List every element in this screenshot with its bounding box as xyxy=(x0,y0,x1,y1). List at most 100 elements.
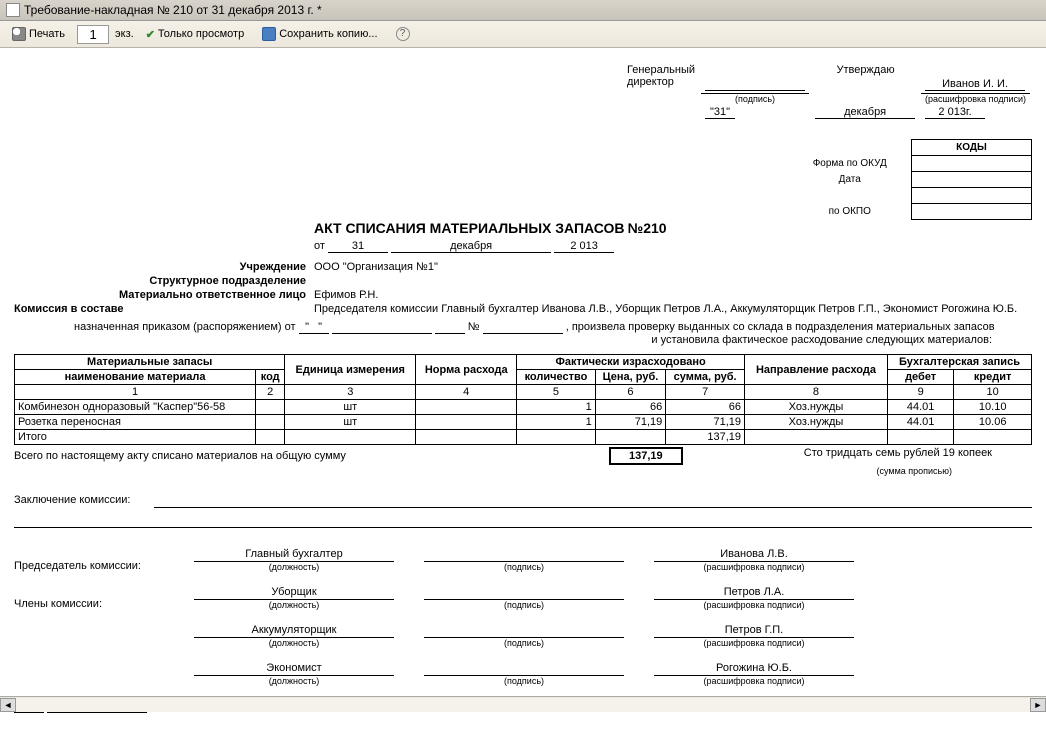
th-debit: дебет xyxy=(887,370,953,385)
sig-name: Иванова Л.В. xyxy=(654,548,854,562)
codes-label-blank xyxy=(792,188,912,204)
materials-table: Материальные запасы Единица измерения Но… xyxy=(14,354,1032,445)
th-credit: кредит xyxy=(954,370,1032,385)
sig-name: Петров Л.А. xyxy=(654,586,854,600)
order-tail1: , произвела проверку выданных со склада … xyxy=(566,321,995,333)
print-label: Печать xyxy=(29,28,65,40)
act-day: 31 xyxy=(328,240,388,253)
mol-value: Ефимов Р.Н. xyxy=(314,289,1032,301)
approve-month: декабря xyxy=(815,106,915,119)
order-day: " " xyxy=(299,321,329,334)
th-price: Цена, руб. xyxy=(595,370,666,385)
approve-name: Иванов И. И. xyxy=(925,78,1025,91)
sig-pos: Экономист xyxy=(194,662,394,676)
sig-sign xyxy=(424,624,624,638)
view-only-button[interactable]: ✔ Только просмотр xyxy=(140,25,251,44)
act-from-label: от xyxy=(314,240,325,252)
th-qty: количество xyxy=(517,370,595,385)
row-numbers: 1 2 3 4 5 6 7 8 9 10 xyxy=(15,385,1032,400)
sig-sign xyxy=(424,548,624,562)
sig-pos: Аккумуляторщик xyxy=(194,624,394,638)
conclusion-line xyxy=(154,494,1032,508)
save-copy-label: Сохранить копию... xyxy=(279,28,377,40)
order-row: назначенная приказом (распоряжением) от … xyxy=(14,321,1032,346)
copies-input[interactable] xyxy=(77,25,109,44)
order-num-label: № xyxy=(468,321,480,333)
conclusion-block: Заключение комиссии: xyxy=(14,494,1032,528)
order-year xyxy=(435,321,465,334)
th-fact: Фактически израсходовано xyxy=(517,355,745,370)
print-button[interactable]: Печать xyxy=(6,24,71,44)
table-row: Комбинезон одноразовый "Каспер"56-58 шт … xyxy=(15,400,1032,415)
sig-name: Петров Г.П. xyxy=(654,624,854,638)
mol-label: Материально ответственное лицо xyxy=(14,289,314,301)
th-name: наименование материала xyxy=(15,370,256,385)
members-label: Члены комиссии: xyxy=(14,598,194,610)
approval-block: Генеральный директор Утверждаю Иванов И.… xyxy=(621,62,1032,121)
window-titlebar: Требование-накладная № 210 от 31 декабря… xyxy=(0,0,1046,21)
th-norm: Норма расхода xyxy=(416,355,517,385)
codes-header: КОДЫ xyxy=(912,140,1032,156)
help-icon: ? xyxy=(396,27,410,41)
totals-propis: Сто тридцать семь рублей 19 копеек xyxy=(804,447,992,459)
approve-title: Утверждаю xyxy=(701,64,1030,76)
approve-name-hint: (расшифровка подписи) xyxy=(921,93,1030,104)
scroll-right-button[interactable]: ► xyxy=(1030,698,1046,712)
order-num xyxy=(483,321,563,334)
institution-value: ООО "Организация №1" xyxy=(314,261,1032,273)
totals-text: Всего по настоящему акту списано материа… xyxy=(14,450,346,462)
sig-pos: Уборщик xyxy=(194,586,394,600)
codes-label-date: Дата xyxy=(792,172,912,188)
th-materials: Материальные запасы xyxy=(15,355,285,370)
window-title: Требование-накладная № 210 от 31 декабря… xyxy=(24,3,322,17)
act-number: 210 xyxy=(643,220,666,236)
order-month xyxy=(332,321,432,334)
sig-sign xyxy=(424,662,624,676)
institution-label: Учреждение xyxy=(14,261,314,273)
act-title: АКТ СПИСАНИЯ МАТЕРИАЛЬНЫХ ЗАПАСОВ xyxy=(314,220,625,236)
order-tail2: и установила фактическое расходование сл… xyxy=(14,334,992,346)
totals-propis-hint: (сумма прописью) xyxy=(877,466,953,476)
print-icon xyxy=(12,27,26,41)
signatures-block: Председатель комиссии: Главный бухгалтер… xyxy=(14,548,1032,686)
toolbar: Печать экз. ✔ Только просмотр Сохранить … xyxy=(0,21,1046,48)
horizontal-scrollbar[interactable]: ◄ ► xyxy=(0,696,1046,712)
th-code: код xyxy=(256,370,285,385)
sig-name: Рогожина Ю.Б. xyxy=(654,662,854,676)
order-prefix: назначенная приказом (распоряжением) от xyxy=(74,321,296,333)
org-info-block: УчреждениеООО "Организация №1" Структурн… xyxy=(14,261,1032,315)
th-dir: Направление расхода xyxy=(745,355,888,385)
sig-sign xyxy=(424,586,624,600)
scroll-left-button[interactable]: ◄ xyxy=(0,698,16,712)
approver-position: Генеральный директор xyxy=(623,64,699,91)
act-year: 2 013 xyxy=(554,240,614,253)
th-sum: сумма, руб. xyxy=(666,370,745,385)
view-only-label: Только просмотр xyxy=(158,28,244,40)
conclusion-label: Заключение комиссии: xyxy=(14,494,130,506)
save-copy-button[interactable]: Сохранить копию... xyxy=(256,24,383,44)
conclusion-line xyxy=(14,514,1032,528)
act-month: декабря xyxy=(391,240,551,253)
table-row: Розетка переносная шт 1 71,19 71,19 Хоз.… xyxy=(15,415,1032,430)
th-acc: Бухгалтерская запись xyxy=(887,355,1031,370)
commission-label: Комиссия в составе xyxy=(14,303,144,315)
approve-sign-hint: (подпись) xyxy=(701,93,809,104)
totals-sum: 137,19 xyxy=(609,447,683,465)
table-total-row: Итого 137,19 xyxy=(15,430,1032,445)
document-icon xyxy=(6,3,20,17)
codes-box: КОДЫ Форма по ОКУД Дата по ОКПО xyxy=(792,139,1033,220)
save-icon xyxy=(262,27,276,41)
totals-line: Всего по настоящему акту списано материа… xyxy=(14,447,1032,476)
th-unit: Единица измерения xyxy=(285,355,416,385)
codes-label-okud: Форма по ОКУД xyxy=(792,156,912,172)
check-icon: ✔ xyxy=(146,28,155,41)
codes-label-okpo: по ОКПО xyxy=(792,204,912,220)
scroll-track[interactable] xyxy=(16,698,1030,712)
act-num-prefix: № xyxy=(628,220,644,236)
help-button[interactable]: ? xyxy=(390,24,416,44)
approve-year: 2 013г. xyxy=(925,106,985,119)
approve-signature-line xyxy=(705,78,805,91)
sig-pos: Главный бухгалтер xyxy=(194,548,394,562)
act-date-row: от 31 декабря 2 013 xyxy=(314,240,1032,253)
commission-value: Председателя комиссии Главный бухгалтер … xyxy=(144,303,1032,315)
